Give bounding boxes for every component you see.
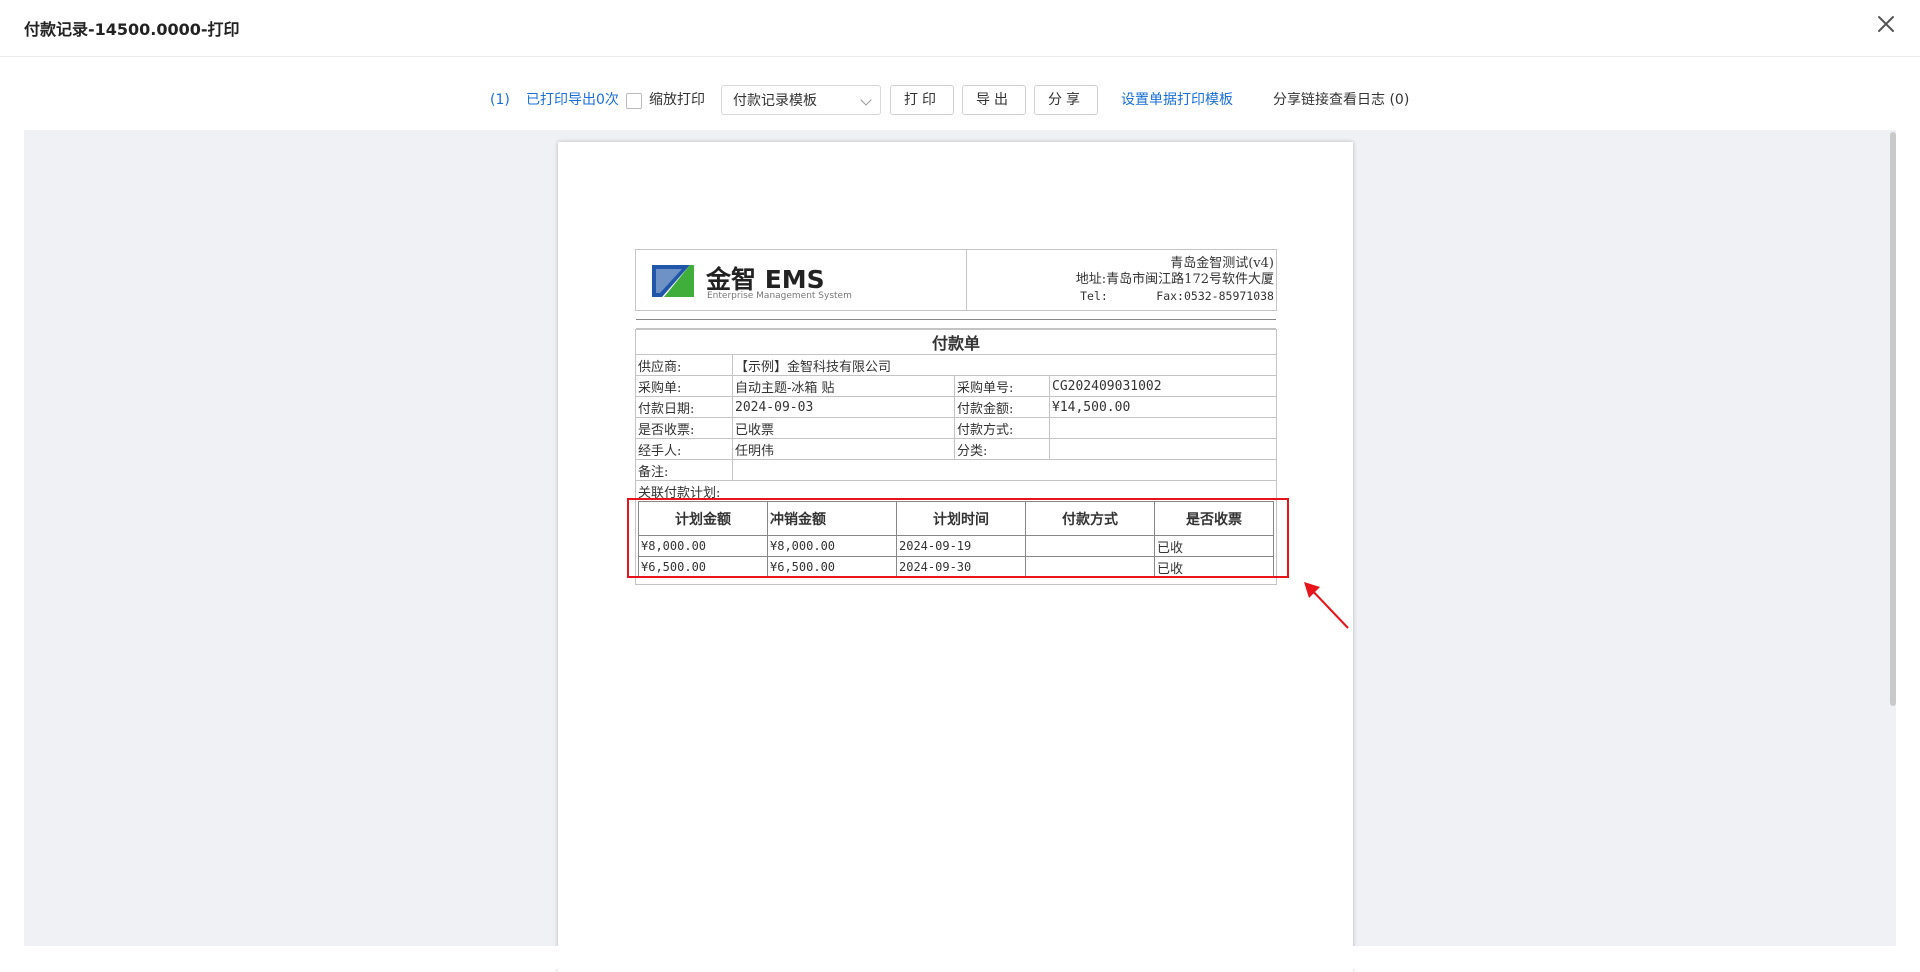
supplier-value: 【示例】金智科技有限公司 [732,354,1277,376]
supplier-label: 供应商: [635,354,733,376]
highlight-box [627,498,1289,578]
share-button[interactable]: 分享 [1034,85,1098,115]
company-name: 青岛金智测试(v4) [1170,256,1274,271]
print-count-link[interactable]: 已打印导出0次 [526,82,619,118]
po-no-label: 采购单号: [954,375,1050,397]
company-address: 地址:青岛市闽江路172号软件大厦 [1075,272,1274,287]
pay-date-label: 付款日期: [635,396,733,418]
logo-mark-icon [652,265,694,297]
share-log-link[interactable]: 分享链接查看日志 (0) [1273,82,1409,118]
close-icon[interactable] [1874,12,1898,36]
invoice-value: 已收票 [732,417,955,439]
remark-label: 备注: [635,459,733,481]
po-no-value: CG202409031002 [1049,375,1277,397]
category-value [1049,438,1277,460]
arrow-icon [1304,582,1349,629]
chevron-down-icon [860,94,872,106]
divider [636,319,1276,329]
pay-date-value: 2024-09-03 [732,396,955,418]
dialog-header: 付款记录-14500.0000-打印 [0,0,1920,57]
category-label: 分类: [954,438,1050,460]
print-toolbar: (1) 已打印导出0次 缩放打印 付款记录模板 打印 导出 分享 设置单据打印模… [0,82,1920,118]
handler-label: 经手人: [635,438,733,460]
pay-amount-label: 付款金额: [954,396,1050,418]
company-logo: 金智 EMS Enterprise Management System [646,257,966,303]
pay-method-value [1049,417,1277,439]
company-tel-fax: Tel: Fax:0532-85971038 [1080,289,1274,303]
remark-value [732,459,1277,481]
logo-subtitle: Enterprise Management System [707,291,852,301]
print-index: (1) [490,92,510,108]
dialog-footer [0,946,1920,969]
doc-header-table: 金智 EMS Enterprise Management System 青岛金智… [635,249,1277,311]
logo-cell: 金智 EMS Enterprise Management System [635,249,967,311]
preview-scrollbar[interactable] [1890,132,1896,706]
company-info-cell: 青岛金智测试(v4) 地址:青岛市闽江路172号软件大厦 Tel: Fax:05… [967,250,1277,311]
po-value: 自动主题-冰箱 贴 [732,375,955,397]
set-print-template-link[interactable]: 设置单据打印模板 [1121,82,1233,118]
scale-print-label: 缩放打印 [649,92,705,108]
template-select[interactable]: 付款记录模板 [721,85,881,115]
scale-print-checkbox[interactable] [626,93,642,109]
invoice-label: 是否收票: [635,417,733,439]
pay-method-label: 付款方式: [954,417,1050,439]
export-button[interactable]: 导出 [962,85,1026,115]
handler-value: 任明伟 [732,438,955,460]
print-button[interactable]: 打印 [890,85,954,115]
template-select-value: 付款记录模板 [733,93,817,109]
po-label: 采购单: [635,375,733,397]
doc-title: 付款单 [635,329,1277,355]
pay-amount-value: ¥14,500.00 [1049,396,1277,418]
dialog-title: 付款记录-14500.0000-打印 [24,20,240,39]
